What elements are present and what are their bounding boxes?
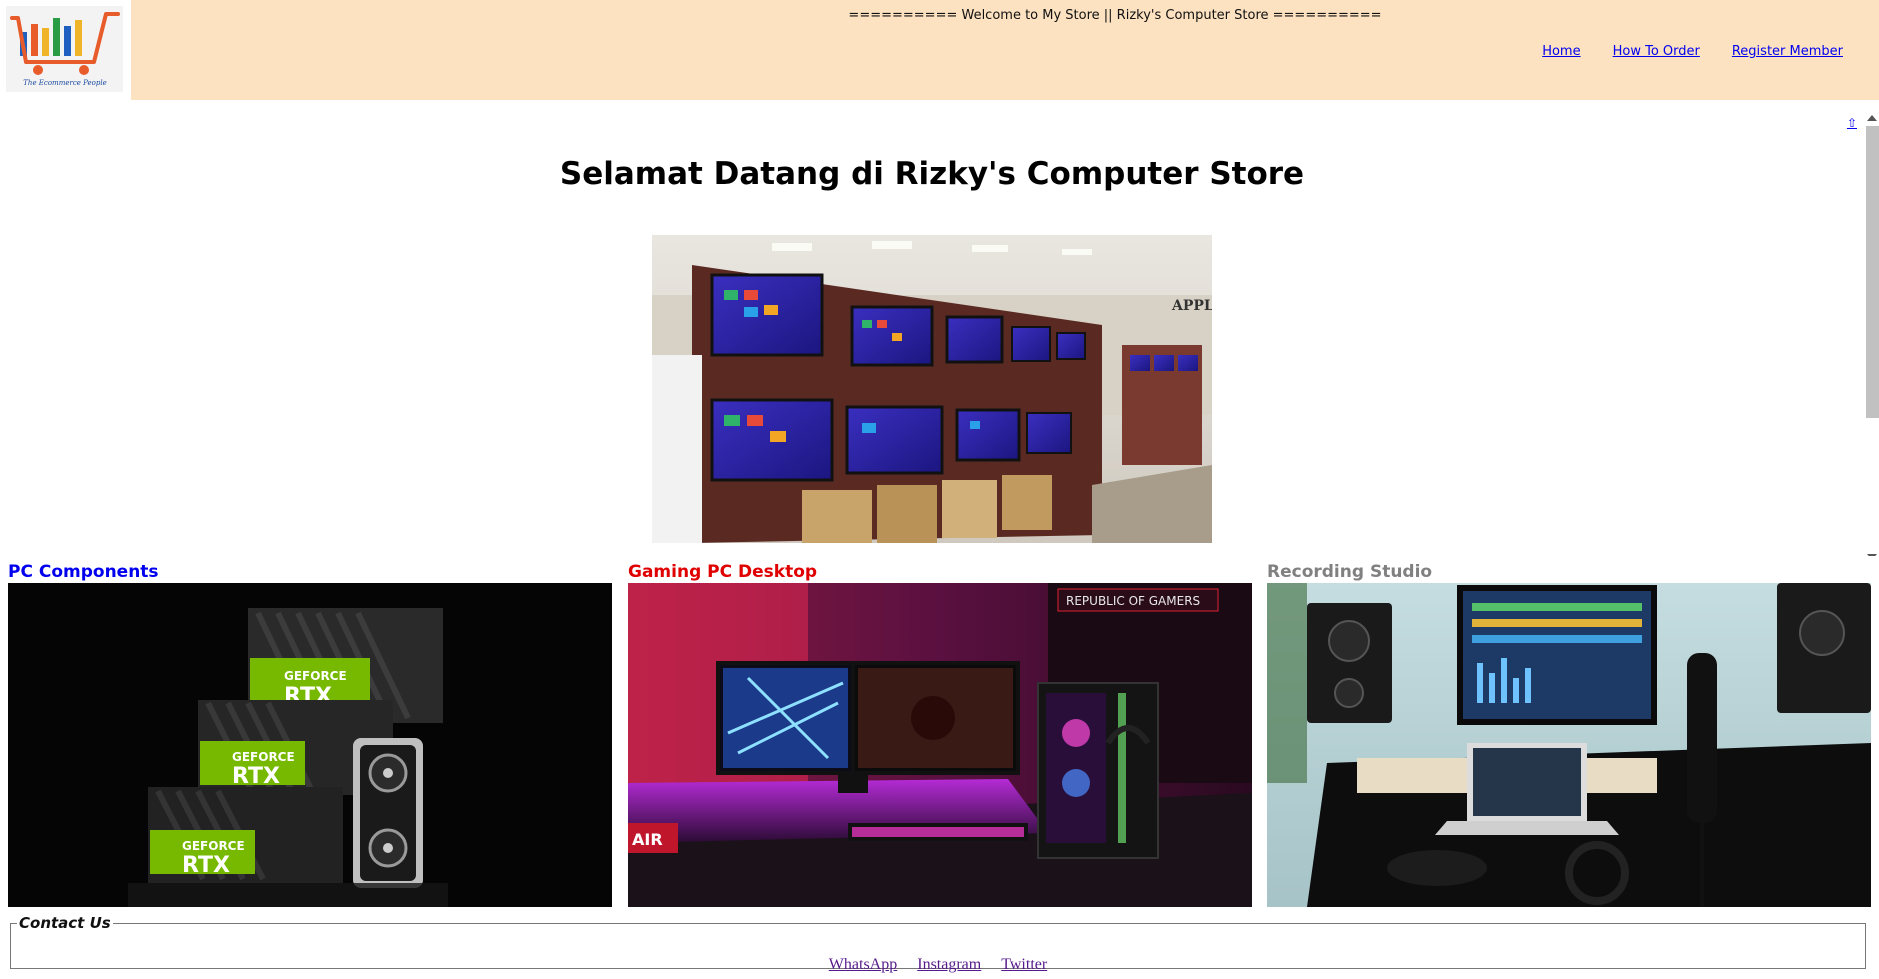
svg-text:AIR: AIR — [632, 830, 663, 849]
contact-links: WhatsApp Instagram Twitter — [11, 956, 1865, 974]
page-title: Selamat Datang di Rizky's Computer Store — [559, 156, 1305, 192]
svg-text:GEFORCE: GEFORCE — [232, 750, 295, 764]
top-navigation: Home How To Order Register Member — [1542, 44, 1843, 59]
scroll-down-arrow-icon[interactable] — [1867, 554, 1877, 556]
nav-home-link[interactable]: Home — [1542, 44, 1580, 59]
svg-text:GEFORCE: GEFORCE — [284, 669, 347, 683]
logo-image: The Ecommerce People — [6, 6, 123, 92]
scroll-top-link[interactable]: ⇧ — [1847, 116, 1857, 130]
contact-us-section: Contact Us WhatsApp Instagram Twitter — [10, 914, 1866, 973]
contact-us-legend: Contact Us — [19, 914, 111, 932]
svg-text:REPUBLIC OF GAMERS: REPUBLIC OF GAMERS — [1066, 594, 1200, 608]
svg-text:RTX: RTX — [182, 853, 230, 878]
category-image-pc-components[interactable]: GEFORCE RTX GEFORCE RTX GEFORCE RTX — [8, 583, 612, 907]
category-label-recording-studio[interactable]: Recording Studio — [1267, 562, 1432, 582]
vertical-scrollbar[interactable] — [1865, 112, 1879, 556]
logo-tagline: The Ecommerce People — [23, 79, 107, 87]
category-image-gaming-pc-desktop[interactable]: REPUBLIC OF GAMERS AIR — [628, 583, 1252, 907]
scrollbar-thumb[interactable] — [1866, 126, 1879, 418]
hero-store-image: APPL — [652, 235, 1212, 543]
instagram-link[interactable]: Instagram — [917, 956, 981, 974]
svg-text:APPL: APPL — [1171, 298, 1212, 314]
category-label-pc-components[interactable]: PC Components — [8, 562, 159, 582]
svg-text:GEFORCE: GEFORCE — [182, 839, 245, 853]
whatsapp-link[interactable]: WhatsApp — [829, 956, 897, 974]
nav-how-to-order-link[interactable]: How To Order — [1613, 44, 1700, 59]
site-header: The Ecommerce People ========== Welcome … — [0, 0, 1879, 100]
shopping-cart-icon — [10, 12, 120, 75]
category-label-gaming-pc-desktop[interactable]: Gaming PC Desktop — [628, 562, 817, 582]
twitter-link[interactable]: Twitter — [1001, 956, 1047, 974]
svg-text:RTX: RTX — [232, 764, 280, 789]
nav-register-member-link[interactable]: Register Member — [1732, 44, 1843, 59]
scroll-up-arrow-icon[interactable] — [1867, 115, 1877, 121]
category-image-recording-studio[interactable] — [1267, 583, 1871, 907]
welcome-banner: ========== Welcome to My Store || Rizky'… — [848, 8, 1382, 23]
store-logo[interactable]: The Ecommerce People — [0, 0, 131, 100]
main-content-frame[interactable]: ⇧ Selamat Datang di Rizky's Computer Sto… — [0, 100, 1879, 556]
